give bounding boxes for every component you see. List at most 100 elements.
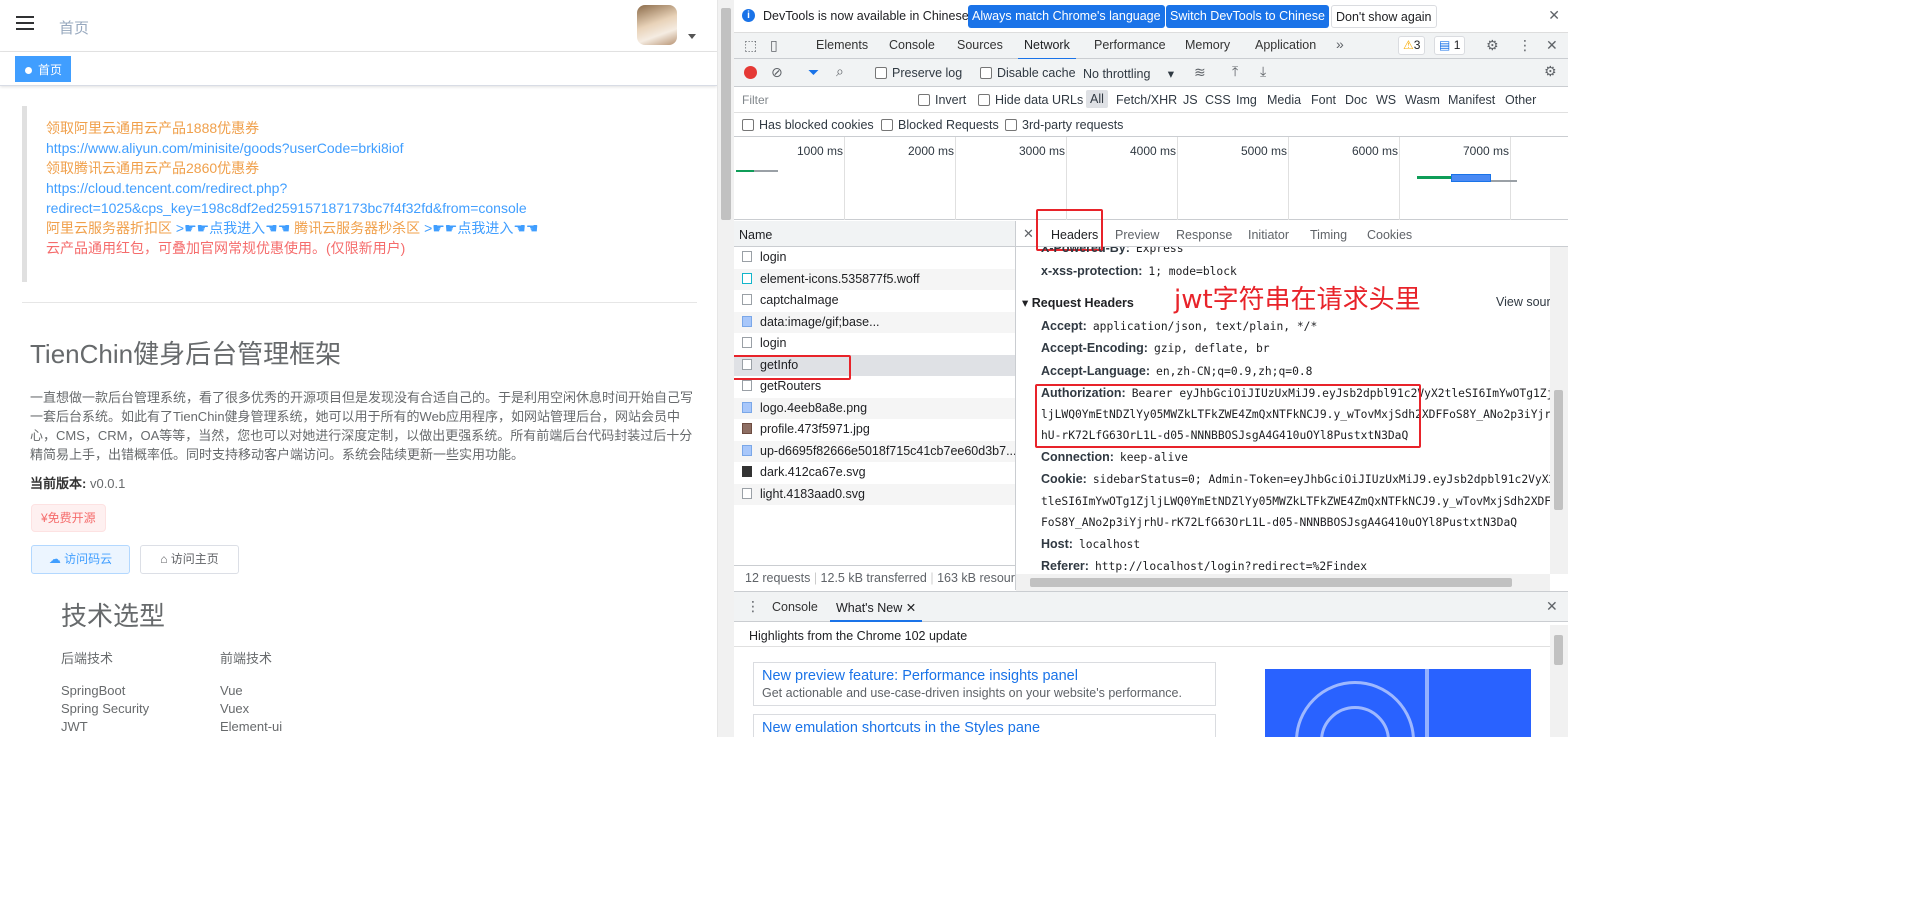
notice-tencent-link-1[interactable]: https://cloud.tencent.com/redirect.php? (46, 178, 697, 198)
scrollbar-thumb[interactable] (1030, 578, 1512, 587)
drawer-tabs: ⋮ Console What's New ✕ ✕ (734, 592, 1568, 622)
caret-down-icon[interactable] (688, 34, 696, 39)
more-tabs-icon[interactable]: » (1336, 36, 1344, 52)
close-detail-icon[interactable]: ✕ (1023, 226, 1034, 242)
card-title[interactable]: New preview feature: Performance insight… (762, 668, 1207, 684)
page-scrollbar[interactable] (717, 0, 734, 737)
tag-home[interactable]: 首页 (15, 56, 72, 82)
view-source-link[interactable]: View source (1496, 295, 1550, 309)
switch-chinese-button[interactable]: Switch DevTools to Chinese (1166, 5, 1329, 28)
filter-type-doc[interactable]: Doc (1345, 93, 1367, 107)
tab-application[interactable]: Application (1255, 38, 1316, 52)
tab-elements[interactable]: Elements (816, 38, 868, 52)
name-column-header[interactable]: Name (734, 221, 1015, 247)
header-value: gzip, deflate, br (1153, 342, 1270, 355)
disable-cache-checkbox[interactable]: Disable cache (980, 66, 1076, 80)
tab-memory[interactable]: Memory (1185, 38, 1230, 52)
notice-tencent-link-2[interactable]: redirect=1025&cps_key=198c8df2ed25915718… (46, 198, 697, 218)
request-row[interactable]: light.4183aad0.svg (734, 483, 1015, 505)
request-row[interactable]: logo.4eeb8a8e.png (734, 397, 1015, 419)
clear-icon[interactable]: ⊘ (771, 64, 783, 81)
network-settings-icon[interactable]: ⚙ (1544, 63, 1557, 80)
network-conditions-icon[interactable]: ≋ (1194, 64, 1206, 81)
match-language-button[interactable]: Always match Chrome's language (968, 5, 1165, 28)
request-row[interactable]: element-icons.535877f5.woff (734, 268, 1015, 290)
inspect-icon[interactable]: ⬚ (744, 37, 757, 54)
breadcrumb[interactable]: 首页 (59, 17, 89, 38)
timeline-overview[interactable]: 1000 ms 2000 ms 3000 ms 4000 ms 5000 ms … (734, 137, 1568, 220)
import-har-icon[interactable]: ⤒ (1232, 63, 1238, 80)
aliyun-server-link[interactable]: >☛☛点我进入☚☚ (176, 220, 290, 236)
settings-gear-icon[interactable]: ⚙ (1486, 37, 1499, 54)
scrollbar-thumb[interactable] (721, 8, 731, 220)
close-drawer-icon[interactable]: ✕ (1546, 598, 1558, 615)
request-row[interactable]: login (734, 333, 1015, 355)
filter-icon[interactable]: ⏷ (808, 64, 819, 81)
preserve-log-checkbox[interactable]: Preserve log (875, 66, 962, 80)
filter-type-manifest[interactable]: Manifest (1448, 93, 1495, 107)
request-row[interactable]: dark.412ca67e.svg (734, 462, 1015, 484)
dont-show-button[interactable]: Don't show again (1331, 5, 1437, 28)
card-title[interactable]: New emulation shortcuts in the Styles pa… (762, 720, 1207, 736)
avatar[interactable] (637, 5, 677, 45)
notice-aliyun-link[interactable]: https://www.aliyun.com/minisite/goods?us… (46, 138, 697, 158)
drawer-tab-whats-new[interactable]: What's New ✕ (829, 600, 923, 622)
blocked-requests-checkbox[interactable]: Blocked Requests (881, 118, 999, 132)
hamburger-icon[interactable] (16, 16, 34, 34)
hide-data-urls-checkbox[interactable]: Hide data URLs (978, 93, 1083, 107)
close-icon[interactable]: ✕ (1548, 7, 1560, 24)
device-toolbar-icon[interactable]: ▯ (770, 37, 778, 54)
tab-sources[interactable]: Sources (957, 38, 1003, 52)
tab-preview[interactable]: Preview (1115, 228, 1159, 242)
close-devtools-icon[interactable]: ✕ (1546, 37, 1558, 54)
search-icon[interactable]: ⌕ (836, 63, 844, 80)
whats-new-card[interactable]: New emulation shortcuts in the Styles pa… (753, 714, 1216, 737)
filter-type-ws[interactable]: WS (1376, 93, 1396, 107)
tab-performance[interactable]: Performance (1094, 38, 1166, 52)
tab-initiator[interactable]: Initiator (1248, 228, 1289, 242)
filter-type-js[interactable]: JS (1183, 93, 1198, 107)
whats-new-card[interactable]: New preview feature: Performance insight… (753, 662, 1216, 706)
headers-hscrollbar[interactable] (1016, 574, 1550, 591)
invert-checkbox[interactable]: Invert (918, 93, 966, 107)
request-row[interactable]: login (734, 247, 1015, 269)
drawer-menu-icon[interactable]: ⋮ (746, 598, 760, 615)
visit-home-button[interactable]: ⌂ 访问主页 (140, 545, 239, 574)
headers-scrollbar[interactable] (1550, 247, 1568, 574)
scrollbar-thumb[interactable] (1554, 390, 1563, 510)
export-har-icon[interactable]: ⤓ (1260, 63, 1266, 80)
filter-input[interactable]: Filter (737, 90, 905, 109)
filter-type-other[interactable]: Other (1505, 93, 1536, 107)
throttling-select[interactable]: No throttling ▾ (1083, 66, 1174, 81)
filter-type-all[interactable]: All (1086, 90, 1108, 108)
tab-network[interactable]: Network (1018, 38, 1076, 60)
filter-type-fetch[interactable]: Fetch/XHR (1116, 93, 1177, 107)
timeline-tick: 5000 ms (1241, 144, 1288, 158)
blocked-cookies-checkbox[interactable]: Has blocked cookies (742, 118, 874, 132)
filter-type-font[interactable]: Font (1311, 93, 1336, 107)
record-icon[interactable] (744, 66, 757, 79)
close-tab-icon[interactable]: ✕ (906, 601, 916, 615)
request-row[interactable]: data:image/gif;base... (734, 311, 1015, 333)
tencent-server-link[interactable]: >☛☛点我进入☚☚ (424, 220, 538, 236)
messages-badge[interactable]: ▤ 1 (1434, 36, 1466, 55)
request-headers-section[interactable]: ▾ Request Headers (1022, 295, 1134, 310)
filter-type-media[interactable]: Media (1267, 93, 1301, 107)
warnings-badge[interactable]: ⚠3 (1398, 36, 1426, 55)
scrollbar-thumb[interactable] (1554, 635, 1563, 665)
tab-console[interactable]: Console (889, 38, 935, 52)
drawer-tab-console[interactable]: Console (772, 600, 818, 614)
more-menu-icon[interactable]: ⋮ (1518, 37, 1532, 54)
request-row[interactable]: up-d6695f82666e5018f715c41cb7ee60d3b7... (734, 440, 1015, 462)
filter-type-css[interactable]: CSS (1205, 93, 1231, 107)
visit-gitee-button[interactable]: ☁ 访问码云 (31, 545, 130, 574)
filter-type-wasm[interactable]: Wasm (1405, 93, 1440, 107)
tab-timing[interactable]: Timing (1310, 228, 1347, 242)
request-row[interactable]: profile.473f5971.jpg (734, 419, 1015, 441)
tab-response[interactable]: Response (1176, 228, 1232, 242)
third-party-checkbox[interactable]: 3rd-party requests (1005, 118, 1123, 132)
filter-type-img[interactable]: Img (1236, 93, 1257, 107)
tab-cookies[interactable]: Cookies (1367, 228, 1412, 242)
drawer-scrollbar[interactable] (1550, 625, 1568, 737)
request-row[interactable]: captchaImage (734, 290, 1015, 312)
